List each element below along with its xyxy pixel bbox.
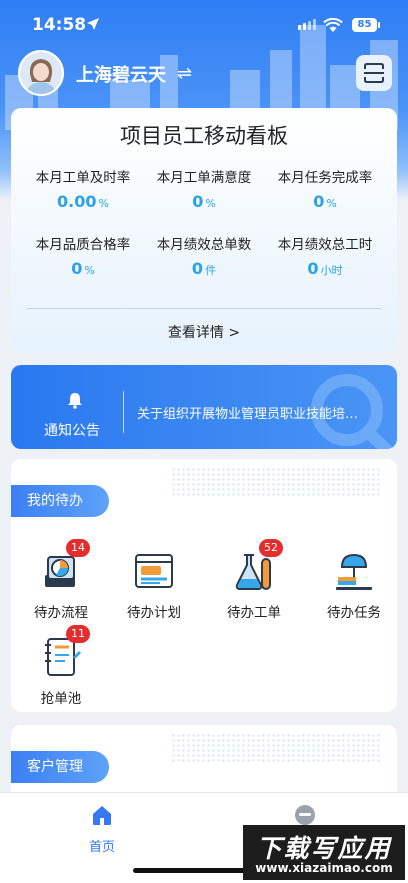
watermark-url: www.xiazaimao.com	[255, 861, 393, 875]
metric-value: 0件	[191, 259, 217, 278]
battery-indicator: 85	[352, 18, 380, 32]
home-icon	[93, 806, 111, 825]
status-bar: 14:58 85	[0, 0, 408, 50]
todo-plan-tile[interactable]: 待办计划	[104, 549, 204, 621]
metric-label: 本月任务完成率	[277, 170, 373, 186]
metric-value: 0%	[192, 192, 216, 211]
switch-organization-icon[interactable]: ⇌	[177, 63, 192, 84]
user-avatar-icon	[20, 52, 62, 94]
tile-label: 待办计划	[127, 605, 181, 621]
board-title: 项目员工移动看板	[120, 124, 288, 148]
metric-label: 本月绩效总单数	[156, 237, 252, 253]
tab-label: 首页	[88, 840, 115, 855]
scan-icon	[364, 63, 384, 83]
metric-value: 0.00%	[57, 192, 109, 211]
metric-label: 本月工单满意度	[156, 170, 252, 186]
metric-performance-hours[interactable]: 本月绩效总工时 0 小时	[261, 233, 389, 278]
scan-button[interactable]	[356, 55, 392, 91]
metric-label: 本月品质合格率	[35, 237, 131, 253]
watermark: 下载写应用 www.xiazaimao.com	[243, 825, 405, 880]
todo-ticket-tile[interactable]: 52 待办工单	[204, 539, 304, 621]
tile-label: 待办流程	[34, 605, 88, 621]
tile-label: 待办工单	[227, 605, 281, 621]
dot-pattern-decoration	[171, 467, 381, 497]
dashboard-board: 项目员工移动看板 本月工单及时率 0.00% 本月工单满意度 0% 本月任务完成…	[11, 108, 397, 353]
tile-label: 待办任务	[327, 605, 381, 621]
metric-ticket-timeliness[interactable]: 本月工单及时率 0.00%	[19, 166, 147, 211]
status-time: 14:58	[32, 15, 87, 35]
metric-quality-pass-rate[interactable]: 本月品质合格率 0%	[19, 233, 147, 278]
todo-task-tile[interactable]: 待办任务	[304, 549, 397, 621]
notice-text[interactable]: 关于组织开展物业管理员职业技能培…	[137, 403, 377, 422]
metric-label: 本月工单及时率	[35, 170, 131, 186]
desk-lamp-icon	[336, 553, 372, 590]
bell-icon	[68, 393, 82, 409]
badge-count: 52	[259, 539, 283, 557]
metric-value: 0%	[313, 192, 337, 211]
section-title-todo: 我的待办	[11, 485, 109, 517]
view-details-link[interactable]: 查看详情 >	[11, 322, 397, 342]
dot-pattern-decoration	[171, 733, 381, 763]
location-arrow-icon	[87, 18, 99, 30]
metric-value: 0 小时	[307, 259, 343, 278]
notice-banner[interactable]: 通知公告 关于组织开展物业管理员职业技能培…	[11, 365, 397, 449]
metric-performance-orders[interactable]: 本月绩效总单数 0件	[140, 233, 268, 278]
badge-count: 11	[66, 625, 90, 643]
divider	[123, 391, 124, 433]
metric-label: 本月绩效总工时	[277, 237, 373, 253]
metric-ticket-satisfaction[interactable]: 本月工单满意度 0%	[140, 166, 268, 211]
section-title-customer: 客户管理	[11, 751, 109, 783]
grab-order-pool-tile[interactable]: 11 抢单池	[11, 625, 111, 707]
metric-task-completion[interactable]: 本月任务完成率 0%	[261, 166, 389, 211]
watermark-main-text: 下载写应用	[256, 834, 392, 863]
profile-icon	[295, 805, 315, 825]
tile-label: 抢单池	[40, 691, 82, 707]
organization-name[interactable]: 上海碧云天	[76, 61, 166, 87]
tab-home[interactable]: 首页	[62, 803, 142, 855]
todo-process-tile[interactable]: 14 待办流程	[11, 539, 111, 621]
metric-value: 0%	[71, 259, 95, 278]
cellular-signal-icon	[298, 19, 316, 30]
badge-count: 14	[66, 539, 90, 557]
avatar[interactable]	[18, 50, 64, 96]
divider	[27, 308, 381, 309]
plan-window-icon	[135, 554, 173, 588]
notice-label: 通知公告	[44, 423, 100, 439]
wifi-icon	[323, 18, 343, 32]
todo-card: 我的待办 14 待办流程 待办计划 52 待办工单 待办任务 11 抢单池	[11, 459, 397, 712]
